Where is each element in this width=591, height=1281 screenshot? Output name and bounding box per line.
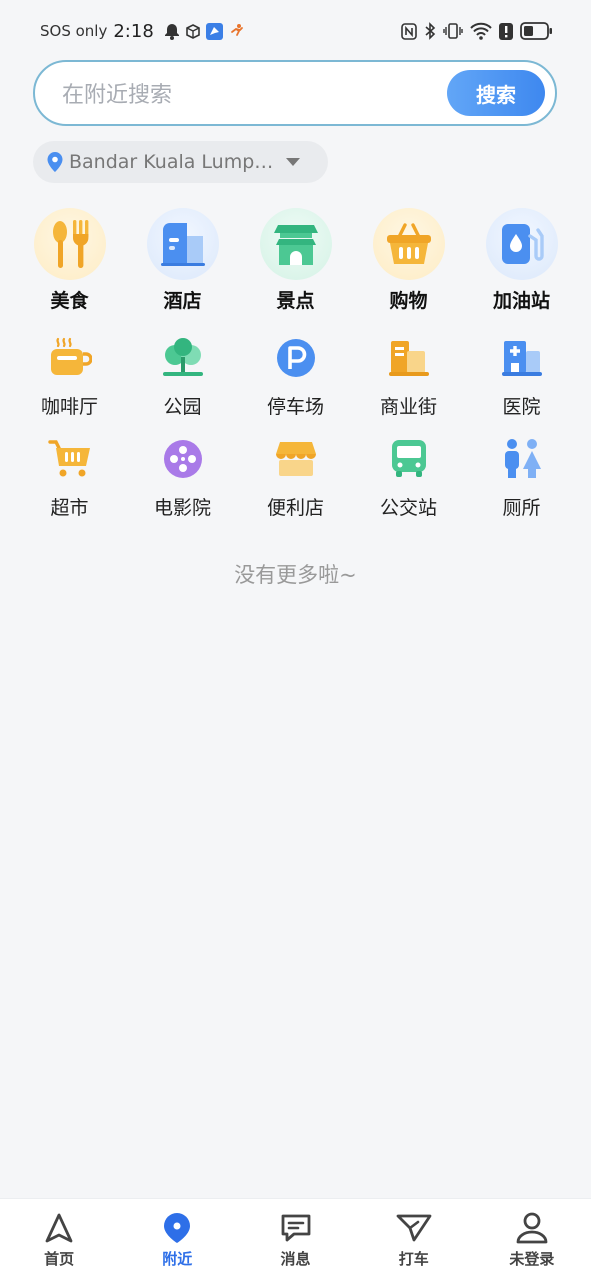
category-label: 厕所 [502,497,541,519]
category-row-2: 咖啡厅 公园 停车场 商业街 医院 [13,330,578,431]
nav-taxi[interactable]: 打车 [355,1199,473,1281]
convenience-store-icon [260,431,332,487]
category-label: 公园 [163,396,202,418]
category-label: 电影院 [153,497,211,519]
commercial-street-icon [373,330,445,386]
category-parking[interactable]: 停车场 [239,330,352,431]
category-label: 便利店 [266,497,324,519]
category-label: 停车场 [266,396,324,418]
location-text: Bandar Kuala Lumpur... [69,151,279,173]
category-row-featured: 美食 酒店 景点 购物 加油站 [13,208,578,322]
nav-home[interactable]: 首页 [0,1199,118,1281]
taxi-icon [396,1212,432,1244]
hotel-icon [146,208,219,280]
status-bar: SOS only 2:18 [0,0,591,62]
category-label: 商业街 [379,396,437,418]
category-supermarket[interactable]: 超市 [13,431,126,532]
alert-icon [499,22,513,40]
search-box[interactable]: 在附近搜索 搜索 [33,60,557,126]
category-park[interactable]: 公园 [126,330,239,431]
gas-station-icon [485,208,558,280]
message-icon [279,1212,313,1244]
nav-nearby[interactable]: 附近 [118,1199,236,1281]
nav-label: 未登录 [509,1250,555,1268]
bell-icon [164,23,180,40]
no-more-text: 没有更多啦~ [234,563,357,587]
category-label: 购物 [389,290,428,312]
category-label: 医院 [502,396,541,418]
nav-label: 打车 [398,1250,429,1268]
status-right [401,22,553,40]
bluetooth-icon [424,22,436,40]
category-attraction[interactable]: 景点 [239,208,352,322]
parking-icon [260,330,332,386]
category-shopping[interactable]: 购物 [352,208,465,322]
location-pin-icon [47,152,63,172]
hospital-icon [486,330,558,386]
category-label: 公交站 [379,497,437,519]
nav-profile[interactable]: 未登录 [473,1199,591,1281]
user-icon [515,1212,549,1244]
category-grid: 美食 酒店 景点 购物 加油站 咖啡厅 公园 停车场 商业街 医院 超市 电影院… [13,208,578,532]
nfc-icon [401,22,417,40]
box-icon [185,23,200,39]
category-commercial-street[interactable]: 商业街 [352,330,465,431]
park-icon [147,330,219,386]
runner-icon [229,23,245,39]
category-food[interactable]: 美食 [13,208,126,322]
category-label: 超市 [50,497,89,519]
cafe-icon [34,330,106,386]
clock-text: 2:18 [113,20,154,42]
cinema-icon [147,431,219,487]
caret-down-icon [285,157,301,167]
category-label: 美食 [50,290,89,312]
category-cafe[interactable]: 咖啡厅 [13,330,126,431]
category-hotel[interactable]: 酒店 [126,208,239,322]
nav-label: 附近 [162,1250,193,1268]
category-restroom[interactable]: 厕所 [465,431,578,532]
carrier-text: SOS only [40,22,108,40]
supermarket-icon [34,431,106,487]
category-row-3: 超市 电影院 便利店 公交站 厕所 [13,431,578,532]
search-input[interactable]: 在附近搜索 [62,77,447,109]
category-cinema[interactable]: 电影院 [126,431,239,532]
category-label: 加油站 [492,290,550,312]
category-gas-station[interactable]: 加油站 [465,208,578,322]
nav-label: 首页 [44,1250,75,1268]
nav-messages[interactable]: 消息 [236,1199,354,1281]
shopping-icon [372,208,445,280]
category-label: 酒店 [163,290,202,312]
restroom-icon [486,431,558,487]
home-arrow-icon [43,1212,75,1244]
nav-label: 消息 [280,1250,311,1268]
category-convenience-store[interactable]: 便利店 [239,431,352,532]
vibrate-icon [443,22,463,40]
location-selector[interactable]: Bandar Kuala Lumpur... [33,141,328,183]
category-label: 咖啡厅 [40,396,98,418]
app-notification-icon [205,22,223,40]
bottom-nav: 首页 附近 消息 打车 未登录 [0,1198,591,1281]
attraction-icon [259,208,332,280]
category-bus-stop[interactable]: 公交站 [352,431,465,532]
bus-stop-icon [373,431,445,487]
battery-icon [520,22,553,40]
status-left: SOS only 2:18 [40,21,245,42]
category-label: 景点 [276,290,315,312]
nearby-pin-icon [161,1212,193,1244]
wifi-icon [470,22,492,40]
category-hospital[interactable]: 医院 [465,330,578,431]
food-icon [33,208,106,280]
search-button[interactable]: 搜索 [447,70,545,116]
